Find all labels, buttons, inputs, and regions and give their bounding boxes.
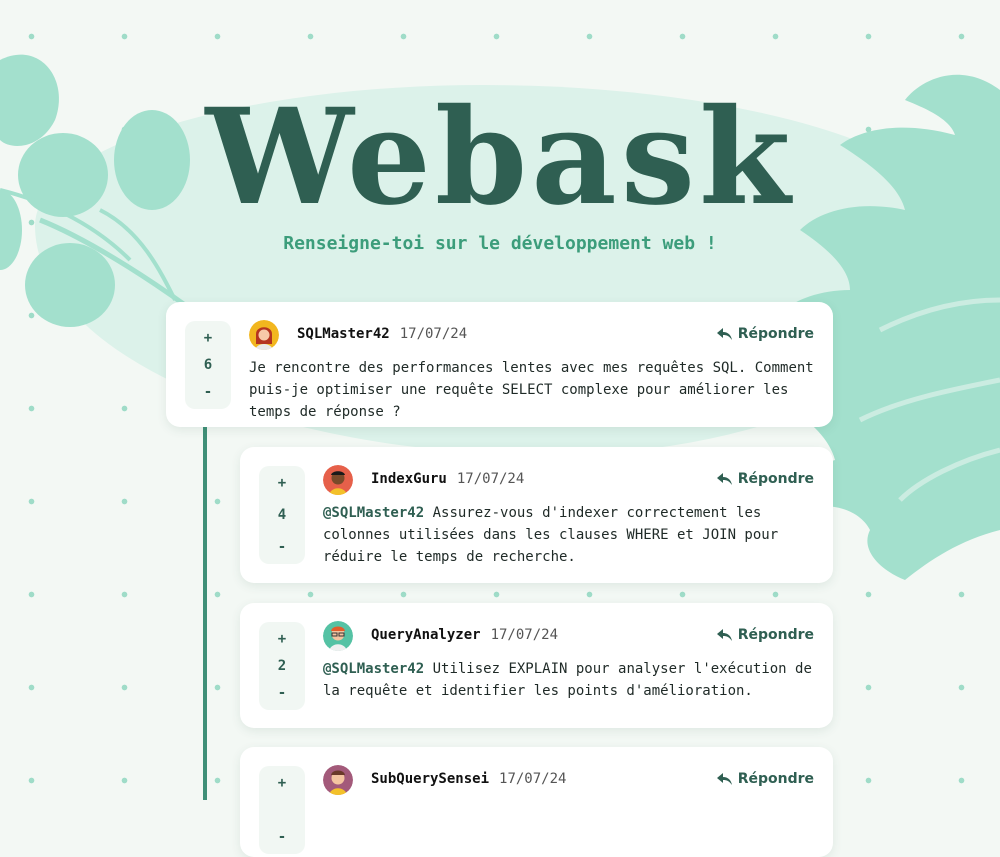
reply-button[interactable]: Répondre (716, 771, 814, 787)
reply-button[interactable]: Répondre (716, 326, 814, 342)
reply-label: Répondre (737, 771, 814, 787)
comment-author: SQLMaster42 17/07/24 (297, 326, 467, 342)
downvote-button[interactable]: - (278, 686, 286, 700)
page-title: Webask (205, 80, 795, 235)
thread-line (203, 425, 207, 800)
upvote-button[interactable]: + (278, 476, 286, 490)
comment-body: Je rencontre des performances lentes ave… (249, 360, 814, 420)
avatar (249, 320, 279, 350)
avatar-woman-icon (249, 320, 279, 350)
avatar-man-icon (323, 765, 353, 795)
comment-text: @SQLMaster42 Utilisez EXPLAIN pour analy… (323, 658, 814, 702)
vote-count: 2 (277, 658, 287, 674)
comment-date: 17/07/24 (499, 771, 567, 787)
reply-arrow-icon (716, 628, 732, 641)
reply-button[interactable]: Répondre (716, 627, 814, 643)
comment-author: SubQuerySensei 17/07/24 (371, 771, 566, 787)
avatar (323, 621, 353, 651)
downvote-button[interactable]: - (278, 540, 286, 554)
reply-label: Répondre (737, 326, 814, 342)
vote-count: 6 (203, 357, 213, 373)
reply-card: + 4 - IndexGuru 17/07/24 Répondre @SQLMas… (240, 447, 833, 583)
reply-arrow-icon (716, 772, 732, 785)
comment-author: IndexGuru 17/07/24 (371, 471, 524, 487)
reply-arrow-icon (716, 472, 732, 485)
reply-label: Répondre (737, 471, 814, 487)
author-name: SQLMaster42 (297, 326, 390, 342)
author-name: SubQuerySensei (371, 771, 490, 787)
upvote-button[interactable]: + (278, 776, 286, 790)
upvote-button[interactable]: + (204, 331, 212, 345)
upvote-button[interactable]: + (278, 632, 286, 646)
comment-mention[interactable]: @SQLMaster42 (323, 505, 424, 521)
vote-widget: + 6 - (185, 321, 231, 409)
comment-author: QueryAnalyzer 17/07/24 (371, 627, 558, 643)
avatar-man-icon (323, 465, 353, 495)
author-name: IndexGuru (371, 471, 447, 487)
comment-date: 17/07/24 (490, 627, 559, 643)
avatar-man-glasses-icon (323, 621, 353, 651)
reply-card: + - SubQuerySensei 17/07/24 Répondre (240, 747, 833, 857)
reply-arrow-icon (716, 327, 732, 340)
comment-date: 17/07/24 (399, 326, 468, 342)
comment-mention[interactable]: @SQLMaster42 (323, 661, 424, 677)
vote-widget: + 2 - (259, 622, 305, 710)
reply-button[interactable]: Répondre (716, 471, 814, 487)
reply-label: Répondre (737, 627, 814, 643)
downvote-button[interactable]: - (204, 385, 212, 399)
avatar (323, 465, 353, 495)
page-subtitle: Renseigne-toi sur le développement web ! (283, 233, 717, 254)
author-name: QueryAnalyzer (371, 627, 481, 643)
downvote-button[interactable]: - (278, 830, 286, 844)
comment-card: + 6 - SQLMaster42 17/07/24 Répondre Je re… (166, 302, 833, 427)
avatar (323, 765, 353, 795)
comment-text: @SQLMaster42 Assurez-vous d'indexer corr… (323, 502, 814, 568)
comment-date: 17/07/24 (456, 471, 525, 487)
vote-widget: + 4 - (259, 466, 305, 564)
vote-widget: + - (259, 766, 305, 854)
comment-text: Je rencontre des performances lentes ave… (249, 357, 814, 423)
reply-card: + 2 - QueryAnalyzer 17/07/24 Répondre @SQ… (240, 603, 833, 728)
vote-count: 4 (277, 507, 287, 523)
